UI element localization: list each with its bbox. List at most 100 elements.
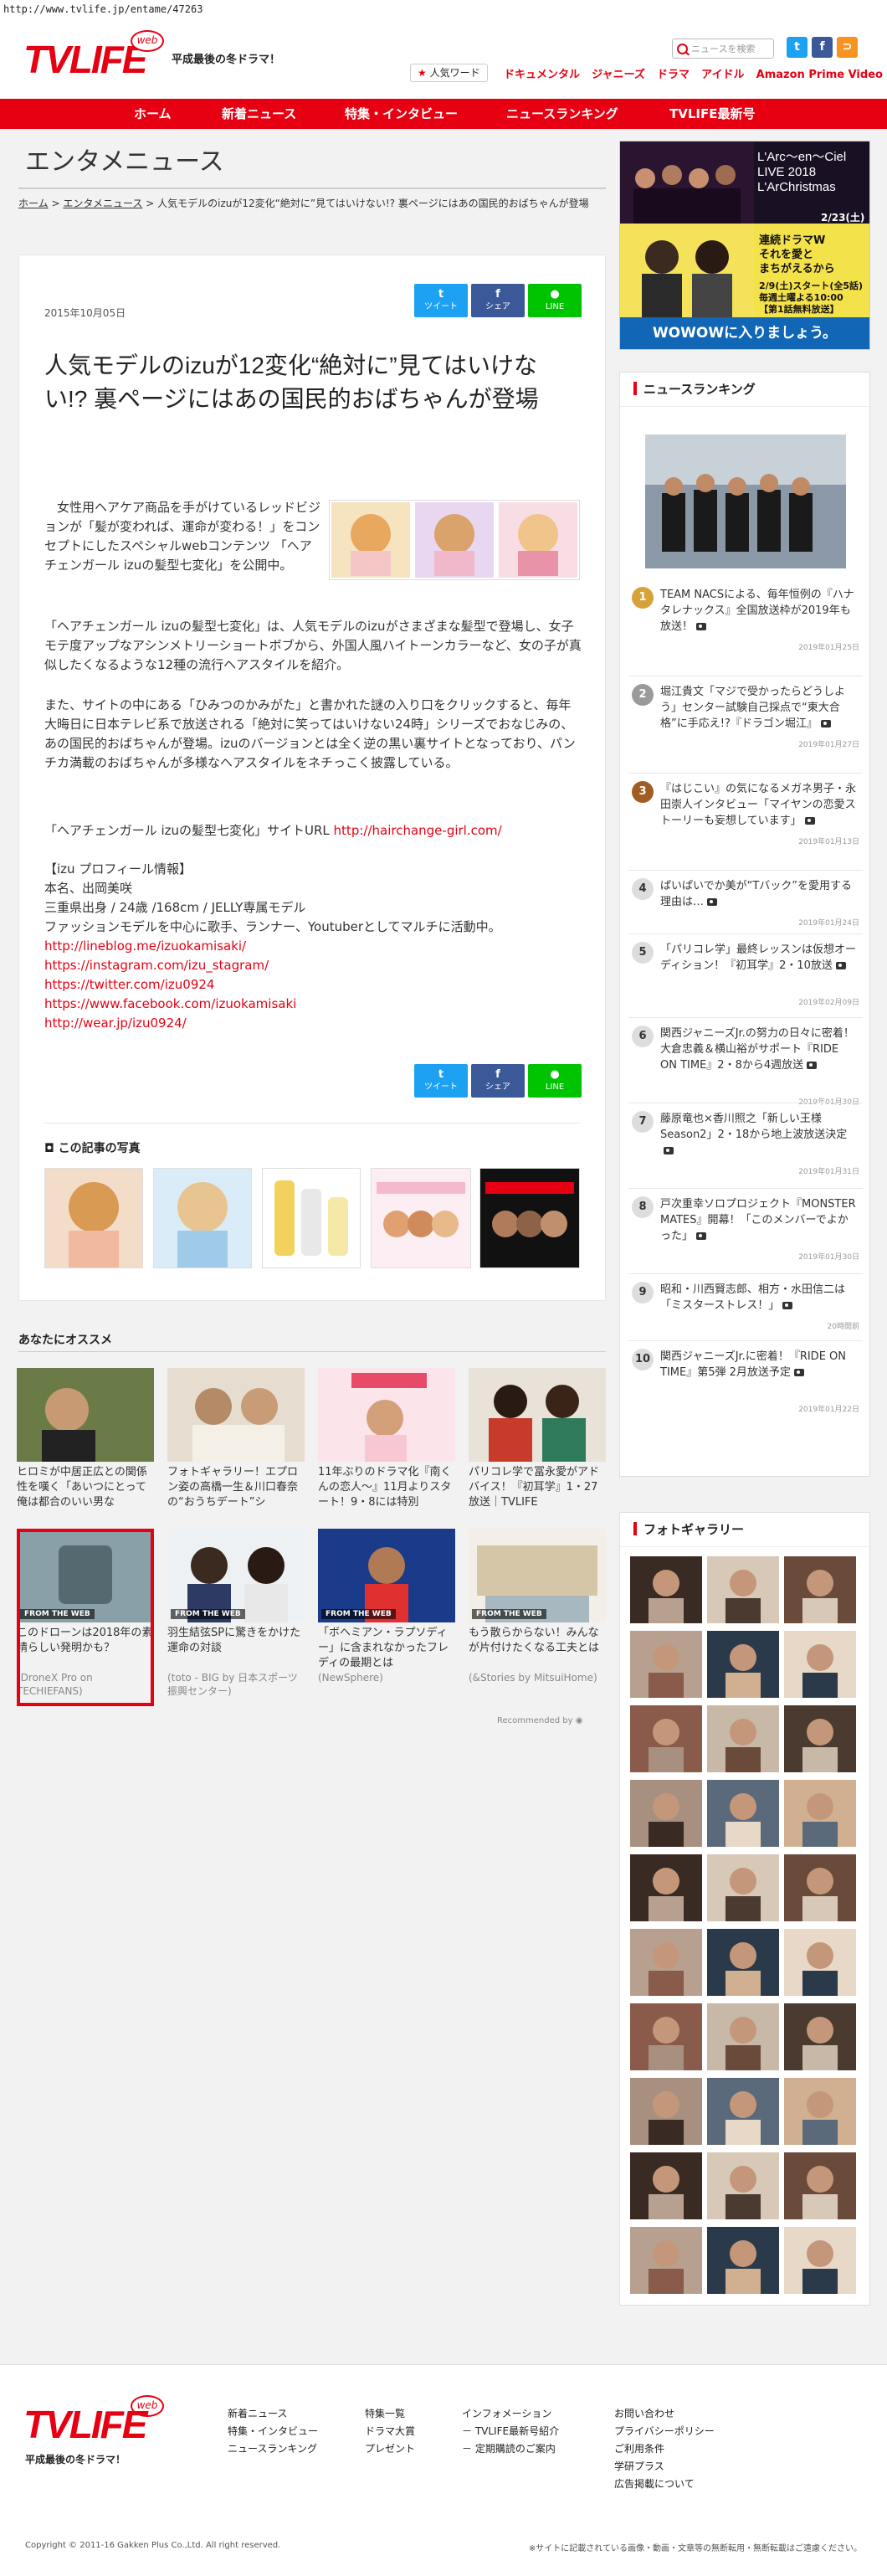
- footer-logo[interactable]: TVLIFE: [23, 2402, 147, 2447]
- gallery-thumb[interactable]: [784, 1631, 856, 1698]
- footer-link[interactable]: ドラマ大賞: [365, 2423, 415, 2440]
- article-photo-thumb[interactable]: [371, 1168, 471, 1268]
- gallery-thumb[interactable]: [630, 2003, 702, 2070]
- nav-news[interactable]: 新着ニュース: [222, 99, 296, 129]
- ranking-top-image[interactable]: [645, 434, 846, 568]
- profile-link[interactable]: http://lineblog.me/izuokamisaki/: [44, 938, 246, 954]
- gallery-thumb[interactable]: [784, 2078, 856, 2145]
- article-photo-thumb[interactable]: [153, 1168, 252, 1268]
- breadcrumb-category[interactable]: エンタメニュース: [63, 198, 142, 209]
- recommend-card-sponsored[interactable]: FROM THE WEB 羽生結弦SPに驚きをかけた運命の対談 (toto - …: [167, 1529, 305, 1698]
- recommend-card[interactable]: パリコレ学で冨永愛がアドバイス！『初耳学』1・27放送｜TVLIFE: [469, 1368, 606, 1510]
- article-paragraph: 「ヘアチェンガール izuの髪型七変化」は、人気モデルのizuがさまざまな髪型で…: [44, 619, 582, 672]
- gallery-thumb[interactable]: [784, 2152, 856, 2219]
- footer-link[interactable]: 広告掲載について: [614, 2476, 715, 2493]
- tweet-button[interactable]: t ツイート: [414, 1064, 468, 1098]
- profile-link[interactable]: http://wear.jp/izu0924/: [44, 1015, 187, 1031]
- recommend-image: [469, 1368, 606, 1462]
- profile-link[interactable]: https://twitter.com/izu0924: [44, 977, 214, 992]
- address-bar[interactable]: http://www.tvlife.jp/entame/47263: [0, 0, 887, 18]
- gallery-thumb[interactable]: [630, 2227, 702, 2294]
- gallery-thumb[interactable]: [630, 2078, 702, 2145]
- footer-link[interactable]: プライバシーポリシー: [614, 2423, 715, 2440]
- gallery-thumb[interactable]: [784, 1929, 856, 1996]
- search-input[interactable]: ニュースを検索: [672, 39, 774, 59]
- gallery-thumb[interactable]: [784, 1780, 856, 1847]
- line-share-button[interactable]: ● LINE: [528, 1064, 582, 1098]
- footer-link[interactable]: ニュースランキング: [228, 2440, 318, 2458]
- gallery-thumb[interactable]: [630, 1854, 702, 1921]
- gallery-thumb[interactable]: [630, 1631, 702, 1698]
- hairchange-link[interactable]: http://hairchange-girl.com/: [334, 823, 502, 838]
- gallery-thumb[interactable]: [630, 1556, 702, 1623]
- profile-link[interactable]: https://instagram.com/izu_stagram/: [44, 958, 269, 973]
- gallery-thumb[interactable]: [707, 1705, 779, 1772]
- hot-word-link[interactable]: Amazon Prime Video: [756, 69, 883, 81]
- nav-ranking[interactable]: ニュースランキング: [506, 99, 618, 129]
- twitter-icon[interactable]: t: [787, 37, 808, 58]
- tweet-button[interactable]: t ツイート: [414, 284, 468, 317]
- gallery-thumb[interactable]: [707, 1780, 779, 1847]
- line-share-button[interactable]: ● LINE: [528, 284, 582, 317]
- gallery-thumb[interactable]: [707, 1631, 779, 1698]
- gallery-thumb[interactable]: [784, 2003, 856, 2070]
- footer-link[interactable]: ご利用条件: [614, 2440, 715, 2458]
- gallery-thumb[interactable]: [784, 1556, 856, 1623]
- gallery-thumb[interactable]: [707, 2227, 779, 2294]
- gallery-thumb[interactable]: [784, 2227, 856, 2294]
- gallery-thumb[interactable]: [707, 1556, 779, 1623]
- fb-share-button[interactable]: f シェア: [471, 1064, 525, 1098]
- footer-link[interactable]: 学研プラス: [614, 2458, 715, 2476]
- facebook-icon[interactable]: f: [812, 37, 833, 58]
- recommend-card[interactable]: ヒロミが中居正広との関係性を嘆く「あいつにとって俺は都合のいい男な: [17, 1368, 154, 1510]
- recommend-card-sponsored[interactable]: FROM THE WEB 「ボヘミアン・ラプソディー」に含まれなかったフレディの…: [318, 1529, 455, 1684]
- wowow-ad[interactable]: L'Arc〜en〜Ciel LIVE 2018 L'ArChristmas 2/23…: [619, 141, 870, 350]
- hot-word-link[interactable]: ジャニーズ: [592, 69, 645, 81]
- gallery-thumb-art: [707, 1705, 779, 1772]
- gallery-thumb[interactable]: [630, 2152, 702, 2219]
- footer-link[interactable]: 特集一覧: [365, 2405, 415, 2423]
- profile-link[interactable]: https://www.facebook.com/izuokamisaki: [44, 996, 296, 1011]
- hot-word-link[interactable]: ドキュメンタル: [504, 69, 580, 81]
- gallery-thumb[interactable]: [784, 1705, 856, 1772]
- camera-icon: [793, 1369, 804, 1376]
- gallery-thumb[interactable]: [707, 1929, 779, 1996]
- site-logo[interactable]: TVLIFE: [23, 37, 147, 82]
- nav-home[interactable]: ホーム: [134, 99, 172, 129]
- footer-link[interactable]: インフォメーション: [462, 2405, 559, 2423]
- gallery-thumb[interactable]: [707, 1854, 779, 1921]
- footer-col: 特集一覧 ドラマ大賞 プレゼント: [365, 2405, 415, 2458]
- recommend-card-sponsored[interactable]: FROM THE WEB もう散らからない！みんなが片付けたくなる工夫とは (&…: [469, 1529, 606, 1684]
- gallery-thumb[interactable]: [707, 2078, 779, 2145]
- footer-link[interactable]: お問い合わせ: [614, 2405, 715, 2423]
- rank-number: 5: [632, 942, 654, 964]
- gallery-thumb[interactable]: [707, 2152, 779, 2219]
- recommend-source: (NewSphere): [318, 1672, 383, 1684]
- footer-link[interactable]: 特集・インタビュー: [228, 2423, 318, 2440]
- fb-share-button[interactable]: f シェア: [471, 284, 525, 317]
- hot-word-link[interactable]: アイドル: [701, 69, 744, 81]
- article-photo-thumb[interactable]: [262, 1168, 361, 1268]
- footer-link[interactable]: － TVLIFE最新号紹介: [462, 2423, 559, 2440]
- recommended-by[interactable]: Recommended by ◉: [497, 1716, 582, 1725]
- article-photo-thumb[interactable]: [479, 1168, 580, 1268]
- hot-word-link[interactable]: ドラマ: [657, 69, 690, 81]
- gallery-thumb[interactable]: [630, 1705, 702, 1772]
- recommend-card[interactable]: 11年ぶりのドラマ化『南くんの恋人〜』11月よりスタート！9・8には特別: [318, 1368, 455, 1510]
- footer-link[interactable]: － 定期購読のご案内: [462, 2440, 559, 2458]
- footer-link[interactable]: プレゼント: [365, 2440, 415, 2458]
- article-photo-thumb[interactable]: [44, 1168, 143, 1268]
- gallery-thumb[interactable]: [630, 1780, 702, 1847]
- gallery-thumb[interactable]: [630, 1929, 702, 1996]
- recommend-card[interactable]: フォトギャラリー！エプロン姿の高橋一生＆川口春奈の“おうちデート”シ: [167, 1368, 305, 1510]
- footer-col: 新着ニュース 特集・インタビュー ニュースランキング: [228, 2405, 318, 2458]
- gallery-thumb[interactable]: [784, 1854, 856, 1921]
- rss-icon[interactable]: ⊃: [837, 37, 858, 58]
- rank-text: 関西ジャニーズJr.の努力の日々に密着！大倉忠義＆横山裕がサポート『RIDE O…: [660, 1026, 858, 1073]
- breadcrumb-home[interactable]: ホーム: [18, 198, 49, 209]
- nav-latest-issue[interactable]: TVLIFE最新号: [669, 99, 755, 129]
- nav-features[interactable]: 特集・インタビュー: [345, 99, 458, 129]
- article-main-image[interactable]: [329, 500, 580, 580]
- footer-link[interactable]: 新着ニュース: [228, 2405, 318, 2423]
- gallery-thumb[interactable]: [707, 2003, 779, 2070]
